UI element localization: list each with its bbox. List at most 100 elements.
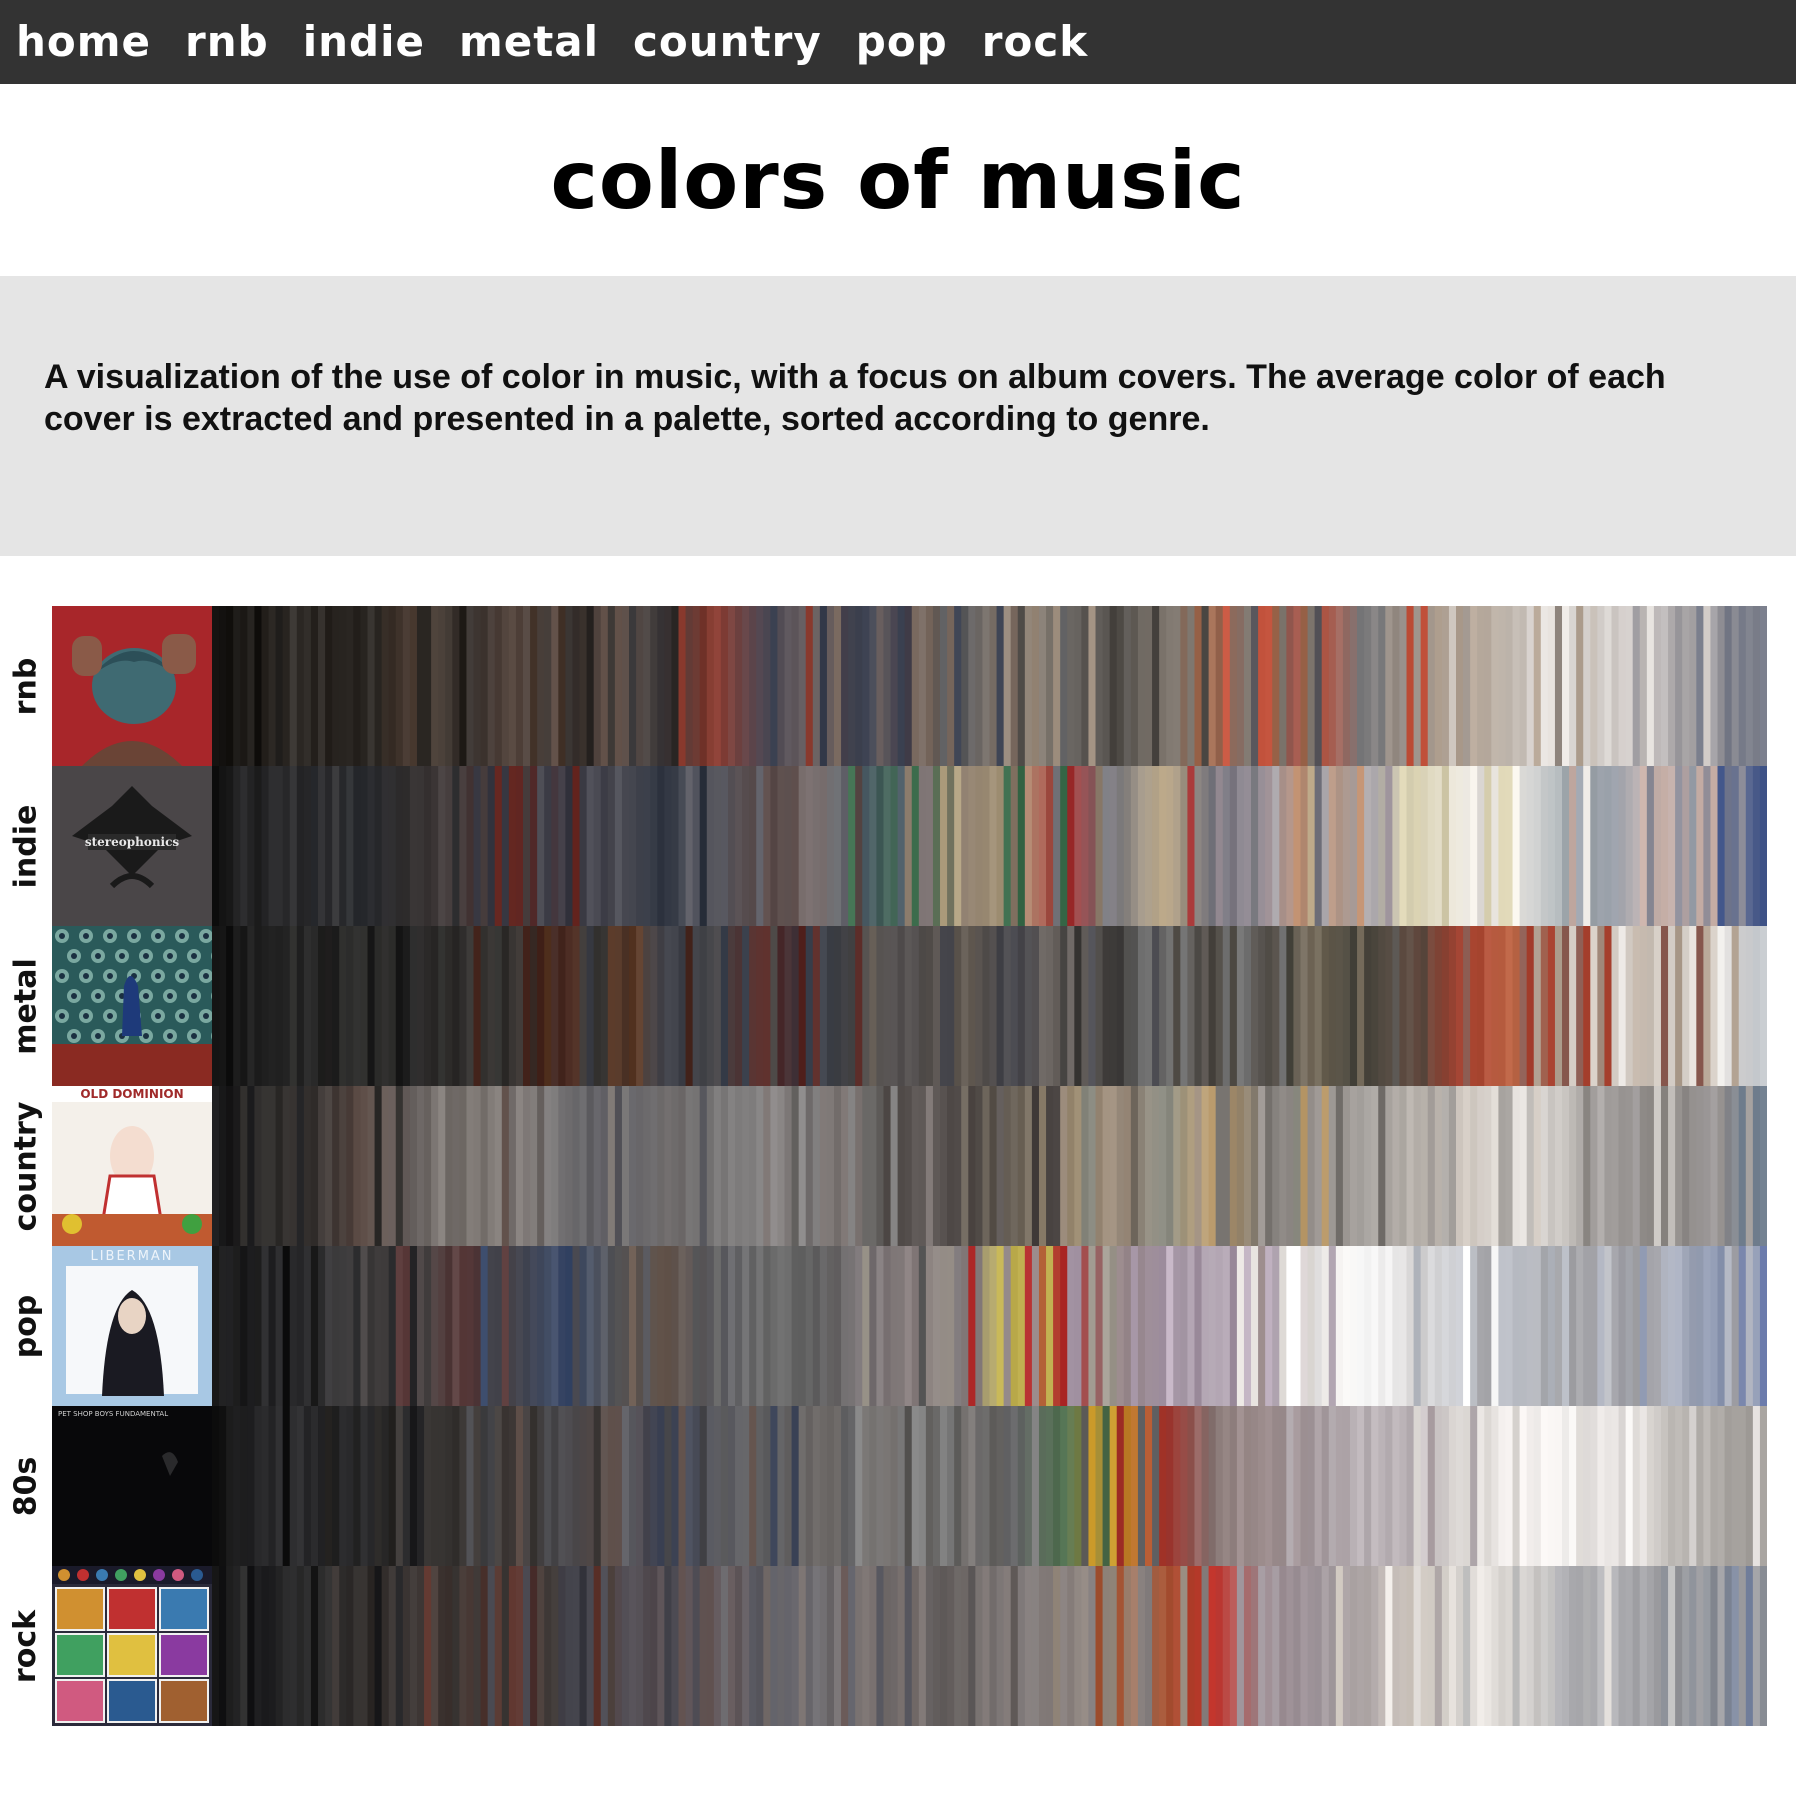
palette-color-bar <box>1031 926 1040 1086</box>
nav-link-rnb[interactable]: rnb <box>185 0 269 84</box>
nav-link-home[interactable]: home <box>16 0 151 84</box>
palette-color-bar <box>621 606 630 766</box>
nav-link-pop[interactable]: pop <box>856 0 948 84</box>
palette-color-bar <box>1328 1406 1337 1566</box>
palette-color-bar <box>558 1086 567 1246</box>
palette-color-bar <box>826 1246 835 1406</box>
palette-color-bar <box>643 766 651 926</box>
palette-color-bar <box>1611 1566 1620 1726</box>
palette-color-bar <box>1258 926 1266 1086</box>
palette-color-bar <box>565 1406 574 1566</box>
palette-color-bar <box>1074 1246 1082 1406</box>
palette-color-bar <box>947 1246 955 1406</box>
palette-color-bar <box>1463 606 1471 766</box>
palette-color-bar <box>1625 1406 1634 1566</box>
palette-color-bar <box>671 1566 680 1726</box>
palette-color-bar <box>1081 1246 1090 1406</box>
palette-color-bar <box>834 1406 842 1566</box>
palette-color-bar <box>579 926 588 1086</box>
nav-link-metal[interactable]: metal <box>459 0 599 84</box>
palette-color-bar <box>1689 1246 1697 1406</box>
palette-color-bar <box>452 766 460 926</box>
album-cover[interactable] <box>52 606 212 766</box>
palette-color-bar <box>954 1086 962 1246</box>
palette-color-bar <box>515 606 524 766</box>
palette-color-bar <box>1046 1086 1054 1246</box>
palette-color-bar <box>826 606 835 766</box>
album-cover[interactable] <box>52 1566 212 1726</box>
album-cover[interactable]: PET SHOP BOYS FUNDAMENTAL <box>52 1406 212 1566</box>
palette-color-bar <box>798 926 807 1086</box>
palette-color-bar <box>607 926 616 1086</box>
palette-color-bar <box>1357 1246 1365 1406</box>
palette-color-bar <box>614 1406 623 1566</box>
palette-color-bar <box>1434 1406 1443 1566</box>
palette-color-bar <box>770 606 779 766</box>
palette-color-bar <box>303 1566 312 1726</box>
palette-color-bar <box>1470 766 1478 926</box>
palette-color-bar <box>1166 926 1174 1086</box>
nav-link-indie[interactable]: indie <box>303 0 425 84</box>
palette-color-bar <box>1194 1246 1203 1406</box>
palette-color-bar <box>692 1406 701 1566</box>
palette-color-bar <box>240 1086 248 1246</box>
palette-color-bar <box>1166 1566 1174 1726</box>
palette-color-bar <box>310 606 319 766</box>
nav-link-rock[interactable]: rock <box>982 0 1088 84</box>
palette-color-bar <box>261 1086 270 1246</box>
palette-color-bar <box>1590 1086 1598 1246</box>
palette-color-bar <box>480 766 489 926</box>
palette-color-bar <box>706 766 715 926</box>
palette-color-bar <box>1519 1566 1528 1726</box>
palette-color-bar <box>685 606 694 766</box>
palette-color-bar <box>586 926 595 1086</box>
palette-color-bar <box>664 926 673 1086</box>
album-cover[interactable]: OLD DOMINION <box>52 1086 212 1246</box>
album-cover[interactable]: LIBERMAN <box>52 1246 212 1406</box>
palette-color-bar <box>1660 1406 1669 1566</box>
palette-color-bar <box>1307 926 1316 1086</box>
palette-color-bar <box>650 1406 658 1566</box>
palette-color-bar <box>579 766 588 926</box>
palette-color-bar <box>989 606 998 766</box>
palette-color-bar <box>1201 926 1210 1086</box>
palette-color-bar <box>1046 1406 1054 1566</box>
palette-color-bar <box>1173 926 1181 1086</box>
palette-color-bar <box>416 1406 425 1566</box>
palette-color-bar <box>1456 766 1464 926</box>
nav-link-country[interactable]: country <box>633 0 822 84</box>
palette-color-bar <box>508 1566 517 1726</box>
palette-color-bar <box>657 1246 665 1406</box>
palette-color-bar <box>1576 1566 1584 1726</box>
palette-color-bar <box>1399 766 1408 926</box>
palette-color-bar <box>1399 926 1408 1086</box>
palette-color-bar <box>303 1086 312 1246</box>
palette-color-bar <box>353 1406 362 1566</box>
palette-color-bar <box>961 1086 969 1246</box>
palette-color-bar <box>1081 1566 1090 1726</box>
palette-color-bar <box>565 766 574 926</box>
palette-color-bar <box>749 1406 757 1566</box>
palette-color-bar <box>1583 1566 1591 1726</box>
palette-color-bar <box>303 606 312 766</box>
palette-color-bar <box>735 1246 743 1406</box>
palette-color-bar <box>310 1246 319 1406</box>
palette-color-bar <box>1265 1086 1273 1246</box>
palette-color-bar <box>1448 1406 1457 1566</box>
album-cover[interactable]: stereophonics <box>52 766 212 926</box>
palette-color-bar <box>735 926 743 1086</box>
palette-color-bar <box>961 766 969 926</box>
palette-color-bar <box>1498 1086 1507 1246</box>
palette-color-bar <box>1632 1086 1641 1246</box>
palette-color-bar <box>1180 1086 1189 1246</box>
album-cover[interactable] <box>52 926 212 1086</box>
palette-color-bar <box>395 766 404 926</box>
palette-color-bar <box>975 1086 984 1246</box>
palette-color-bar <box>1554 1566 1563 1726</box>
palette-color-bar <box>1152 1566 1160 1726</box>
palette-color-bar <box>473 1246 482 1406</box>
palette-color-bar <box>1639 766 1648 926</box>
palette-color-bar <box>537 1246 545 1406</box>
palette-color-bar <box>374 766 383 926</box>
palette-color-bar <box>473 1406 482 1566</box>
